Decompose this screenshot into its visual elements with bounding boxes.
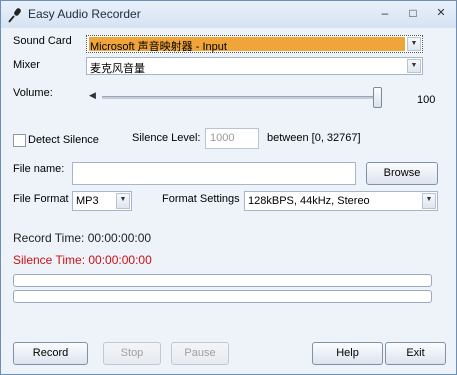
microphone-icon (8, 8, 21, 23)
file-name-label: File name: (13, 163, 65, 175)
format-settings-label: Format Settings (162, 193, 240, 205)
format-settings-value: 128kBPS, 44kHz, Stereo (248, 195, 370, 207)
app-window: Easy Audio Recorder – □ ✕ Sound Card Mic… (0, 0, 457, 375)
exit-button[interactable]: Exit (385, 342, 446, 365)
minimize-icon[interactable]: – (373, 4, 397, 23)
silence-level-range: between [0, 32767] (267, 132, 361, 144)
chevron-down-icon[interactable]: ▼ (422, 193, 436, 209)
silence-level-input[interactable]: 1000 (205, 128, 259, 149)
file-format-value: MP3 (76, 195, 99, 207)
browse-button[interactable]: Browse (366, 162, 438, 185)
window-title: Easy Audio Recorder (28, 7, 141, 21)
mixer-select[interactable]: 麦克风音量 ▼ (86, 57, 423, 75)
sound-card-label: Sound Card (13, 35, 72, 47)
file-format-label: File Format (13, 193, 69, 205)
record-button[interactable]: Record (13, 342, 88, 365)
stop-button[interactable]: Stop (103, 342, 161, 365)
level-meter-left (13, 274, 432, 287)
silence-time-label: Silence Time: 00:00:00:00 (13, 253, 152, 267)
pause-button[interactable]: Pause (171, 342, 229, 365)
format-settings-select[interactable]: 128kBPS, 44kHz, Stereo ▼ (244, 191, 438, 211)
detect-silence-checkbox[interactable] (13, 134, 26, 147)
silence-level-value: 1000 (210, 132, 235, 144)
maximize-icon[interactable]: □ (401, 4, 425, 23)
mixer-value: 麦克风音量 (90, 63, 145, 75)
mixer-label: Mixer (13, 59, 40, 71)
volume-label: Volume: (13, 87, 53, 99)
chevron-down-icon[interactable]: ▼ (407, 59, 421, 73)
volume-value: 100 (417, 94, 436, 106)
file-format-select[interactable]: MP3 ▼ (72, 191, 132, 211)
main-panel: Sound Card Microsoft 声音映射器 - Input ▼ Mix… (5, 29, 452, 371)
level-meter-right (13, 290, 432, 303)
chevron-down-icon[interactable]: ▼ (407, 37, 421, 51)
title-bar[interactable]: Easy Audio Recorder – □ ✕ (1, 1, 456, 28)
slider-thumb[interactable] (373, 87, 382, 108)
volume-slider[interactable]: ◀ (86, 87, 391, 109)
file-name-input[interactable] (72, 162, 356, 185)
sound-card-select[interactable]: Microsoft 声音映射器 - Input ▼ (86, 35, 423, 53)
close-icon[interactable]: ✕ (429, 4, 453, 23)
slider-track (102, 96, 382, 99)
help-button[interactable]: Help (312, 342, 383, 365)
record-time-label: Record Time: 00:00:00:00 (13, 231, 152, 245)
chevron-down-icon[interactable]: ▼ (116, 193, 130, 209)
silence-level-label: Silence Level: (132, 132, 201, 144)
sound-card-value: Microsoft 声音映射器 - Input (90, 41, 227, 53)
slider-left-arrow-icon[interactable]: ◀ (89, 90, 96, 101)
detect-silence-label: Detect Silence (28, 134, 99, 146)
